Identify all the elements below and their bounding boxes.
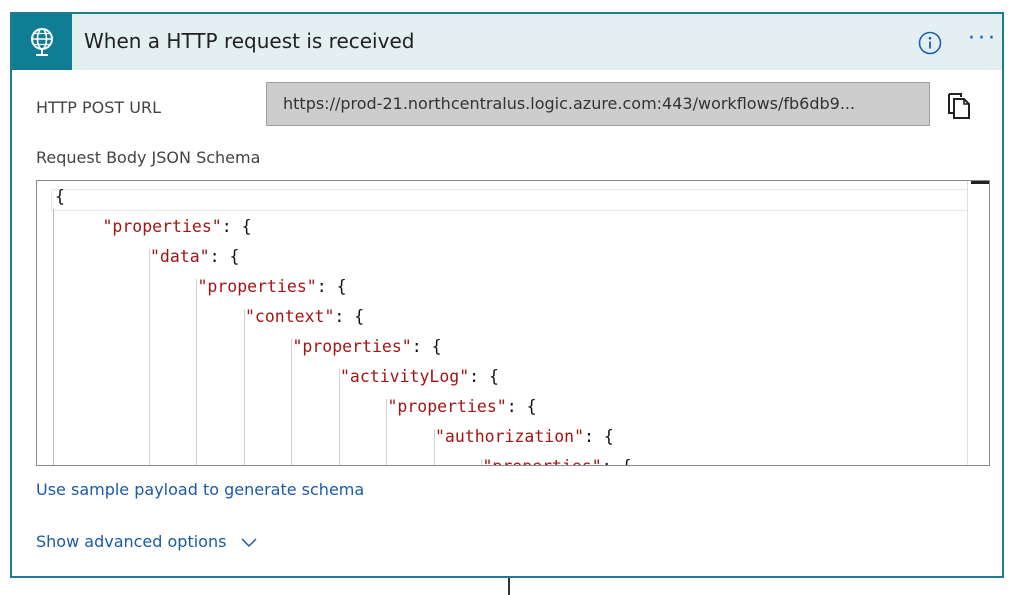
code-line: "properties": { [103,217,252,237]
json-punctuation: : { [411,337,442,356]
code-line: "data": { [150,247,239,267]
use-sample-payload-link[interactable]: Use sample payload to generate schema [36,480,364,499]
json-key: "activityLog" [340,367,470,386]
indent-guide [53,209,54,465]
json-key: "properties" [292,337,412,356]
json-schema-editor[interactable]: {"properties": {"data": {"properties": {… [36,180,990,466]
json-key: "properties" [197,277,317,296]
show-advanced-options-link[interactable]: Show advanced options [36,532,258,551]
card-title: When a HTTP request is received [84,29,415,53]
code-line: "properties": { [293,337,442,357]
copy-icon[interactable] [946,92,972,120]
trigger-card: When a HTTP request is received ··· HTTP… [10,12,1004,578]
code-line: "properties": { [388,397,537,417]
json-punctuation: : { [334,307,365,326]
json-punctuation: : { [602,457,632,465]
json-key: "properties" [387,397,507,416]
json-punctuation: : { [221,217,252,236]
more-dots-icon[interactable]: ··· [968,26,998,51]
json-key: "context" [245,307,335,326]
indent-guide [148,249,150,465]
indent-guide [291,339,292,465]
indent-guide [196,279,197,465]
json-key: "authorization" [435,427,585,446]
json-punctuation: : { [316,277,347,296]
http-post-url-field[interactable]: https://prod-21.northcentralus.logic.azu… [266,82,930,126]
vertical-scrollbar[interactable] [967,181,989,465]
card-header[interactable]: When a HTTP request is received ··· [12,14,1002,70]
request-body-schema-label: Request Body JSON Schema [36,148,261,167]
code-line: "properties": { [198,277,347,297]
json-key: "data" [150,247,210,266]
code-line: "activityLog": { [340,367,499,387]
indent-guide [243,309,245,465]
code-line: "properties": { [483,457,632,465]
chevron-down-icon [241,537,257,547]
json-key: "properties" [483,457,602,465]
code-line: { [55,187,65,207]
scrollbar-thumb[interactable] [971,181,989,184]
code-line: "context": { [245,307,364,327]
json-punctuation: : { [506,397,537,416]
show-advanced-options-label: Show advanced options [36,532,227,551]
json-key: "properties" [102,217,222,236]
info-icon[interactable] [918,31,942,55]
flow-connector [508,578,510,595]
current-line-highlight [51,189,989,211]
http-post-url-label: HTTP POST URL [36,98,162,117]
json-punctuation: : { [209,247,240,266]
json-punctuation: : { [469,367,499,386]
code-line: "authorization": { [435,427,614,447]
json-punctuation: { [55,187,65,206]
json-punctuation: : { [584,427,614,446]
globe-request-icon [12,14,72,70]
